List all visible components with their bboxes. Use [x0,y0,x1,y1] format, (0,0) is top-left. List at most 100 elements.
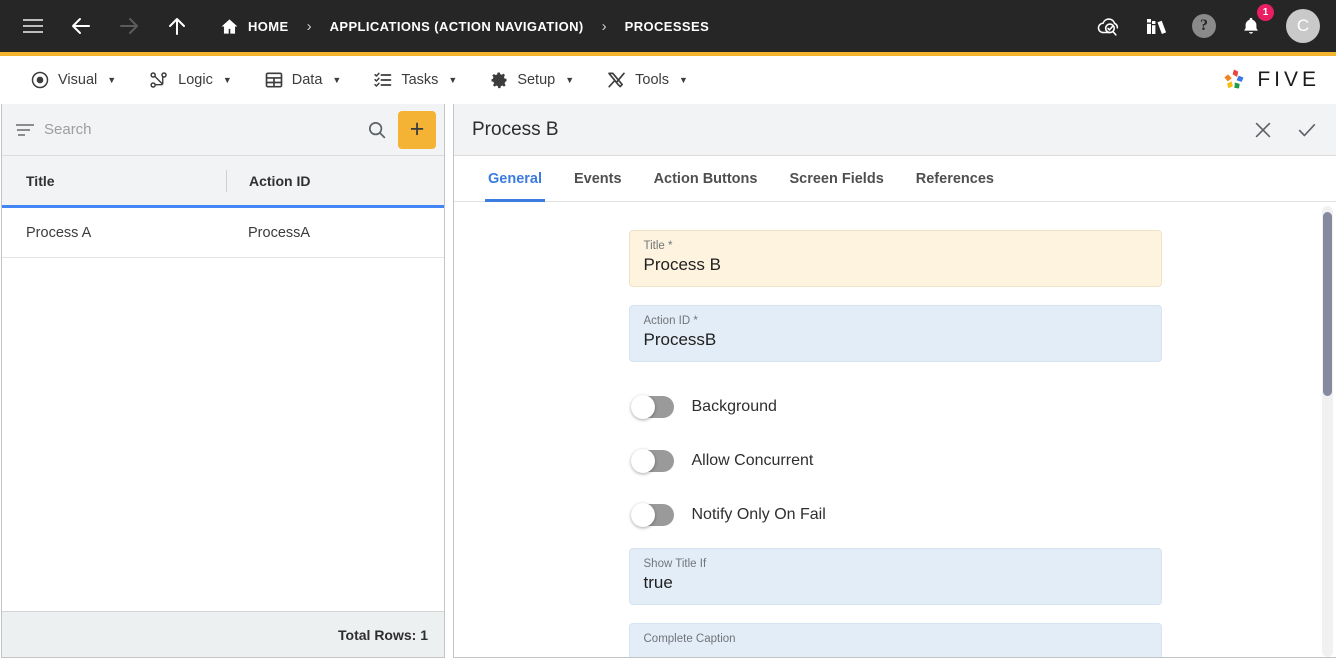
toggle-notify-only-on-fail-label: Notify Only On Fail [691,506,826,523]
chevron-down-icon: ▼ [448,75,458,85]
detail-panel: Process B General Events Action Buttons … [453,104,1336,658]
tab-action-buttons[interactable]: Action Buttons [638,156,774,201]
detail-header-actions [1252,119,1318,141]
search-bar: + [2,104,444,156]
top-bar-actions: ? 1 C [1096,4,1320,43]
main-content: + Title Action ID Process A ProcessA Tot… [0,104,1336,658]
list-panel: + Title Action ID Process A ProcessA Tot… [1,104,445,658]
toggle-background-label: Background [691,398,777,415]
field-action-id-label: Action ID * [643,315,698,327]
column-header-action-id[interactable]: Action ID [226,169,444,192]
brand-text: FIVE [1257,68,1320,91]
scrollbar-thumb[interactable] [1323,212,1332,396]
menu-item-logic[interactable]: Logic ▼ [132,56,248,104]
menu-item-label: Data [291,72,323,88]
search-icon[interactable] [366,119,388,141]
eye-icon [30,70,50,90]
table-body: Process A ProcessA [2,208,444,611]
menu-bar: Visual ▼ Logic ▼ Data ▼ Tasks ▼ Setup ▼ … [0,56,1336,104]
chevron-down-icon: ▼ [107,75,117,85]
bell-icon[interactable]: 1 [1238,4,1274,39]
menu-item-label: Tasks [401,72,439,88]
chevron-down-icon: ▼ [565,75,575,85]
menu-item-label: Visual [58,72,98,88]
field-complete-caption[interactable]: Complete Caption [628,623,1162,657]
toggle-row-allow-concurrent: Allow Concurrent [629,434,1162,488]
hamburger-icon[interactable] [20,13,46,39]
toggle-allow-concurrent[interactable] [630,449,674,473]
toggle-background[interactable] [630,395,674,419]
toggle-allow-concurrent-label: Allow Concurrent [691,452,814,469]
form-area: Title * Process B Action ID * ProcessB B… [454,202,1336,657]
breadcrumb-item-applications[interactable]: APPLICATIONS (ACTION NAVIGATION) [330,19,584,34]
menu-item-tasks[interactable]: Tasks ▼ [357,56,473,104]
tab-screen-fields[interactable]: Screen Fields [773,156,899,201]
menu-item-tools[interactable]: Tools ▼ [590,56,704,104]
cell-title: Process A [26,224,92,241]
field-action-id[interactable]: Action ID * ProcessB [628,305,1162,362]
field-title-label: Title * [643,240,673,252]
field-action-id-value: ProcessB [643,330,717,349]
arrow-up-icon[interactable] [164,13,190,39]
help-icon-label: ? [1200,17,1208,34]
tab-references[interactable]: References [900,156,1010,201]
books-icon[interactable] [1144,13,1170,39]
logic-graph-icon [148,70,170,90]
toggle-row-notify-only-on-fail: Notify Only On Fail [629,488,1162,542]
breadcrumb-separator: › [601,17,607,35]
check-icon[interactable] [1296,119,1318,141]
search-input[interactable] [44,121,356,138]
breadcrumb-item-processes[interactable]: PROCESSES [625,19,710,34]
vertical-scrollbar[interactable] [1322,206,1333,657]
detail-header: Process B [454,104,1336,156]
menu-item-data[interactable]: Data ▼ [248,56,358,104]
toggle-notify-only-on-fail[interactable] [630,503,674,527]
breadcrumb-label: HOME [248,18,289,34]
filter-icon[interactable] [16,123,34,136]
table-footer: Total Rows: 1 [2,611,444,657]
field-title[interactable]: Title * Process B [628,230,1162,287]
gear-icon [489,70,509,90]
menu-item-setup[interactable]: Setup ▼ [473,56,590,104]
cloud-check-icon[interactable] [1096,13,1122,39]
menu-item-label: Logic [178,72,213,88]
chevron-down-icon: ▼ [332,75,342,85]
arrow-right-icon[interactable] [116,13,142,39]
tab-bar: General Events Action Buttons Screen Fie… [454,156,1336,202]
field-show-title-if-value: true [643,573,673,592]
close-icon[interactable] [1252,119,1274,141]
notification-badge: 1 [1257,4,1274,21]
menu-item-label: Setup [517,72,556,88]
field-complete-caption-label: Complete Caption [643,633,736,645]
menu-item-visual[interactable]: Visual ▼ [14,56,132,104]
breadcrumb-label: PROCESSES [624,18,710,34]
toggle-row-background: Background [629,380,1162,434]
chevron-down-icon: ▼ [679,75,688,85]
field-show-title-if[interactable]: Show Title If true [628,548,1162,605]
breadcrumb-label: APPLICATIONS (ACTION NAVIGATION) [329,18,584,34]
column-header-title[interactable]: Title [26,173,226,189]
cell-action-id: ProcessA [248,224,311,241]
page-title: Process B [472,118,559,140]
field-complete-caption-value [644,648,1147,657]
tools-icon [606,70,627,90]
brand-logo: FIVE [1219,66,1320,94]
breadcrumb-item-home[interactable]: HOME [220,17,289,36]
breadcrumb-separator: › [306,17,312,35]
table-row[interactable]: Process A ProcessA [2,208,444,258]
help-icon[interactable]: ? [1192,14,1216,38]
top-bar: HOME › APPLICATIONS (ACTION NAVIGATION) … [0,0,1336,56]
field-show-title-if-label: Show Title If [643,558,707,570]
field-title-value: Process B [643,255,721,274]
table-header: Title Action ID [2,156,444,208]
breadcrumb: HOME › APPLICATIONS (ACTION NAVIGATION) … [220,17,709,36]
table-icon [264,70,284,90]
avatar[interactable]: C [1286,9,1320,43]
tab-general[interactable]: General [472,156,558,202]
arrow-left-icon[interactable] [68,13,94,39]
tab-events[interactable]: Events [558,156,638,201]
menu-item-label: Tools [635,72,669,88]
checklist-icon [373,70,393,90]
add-button[interactable]: + [398,110,436,149]
top-nav-icons [20,13,190,39]
